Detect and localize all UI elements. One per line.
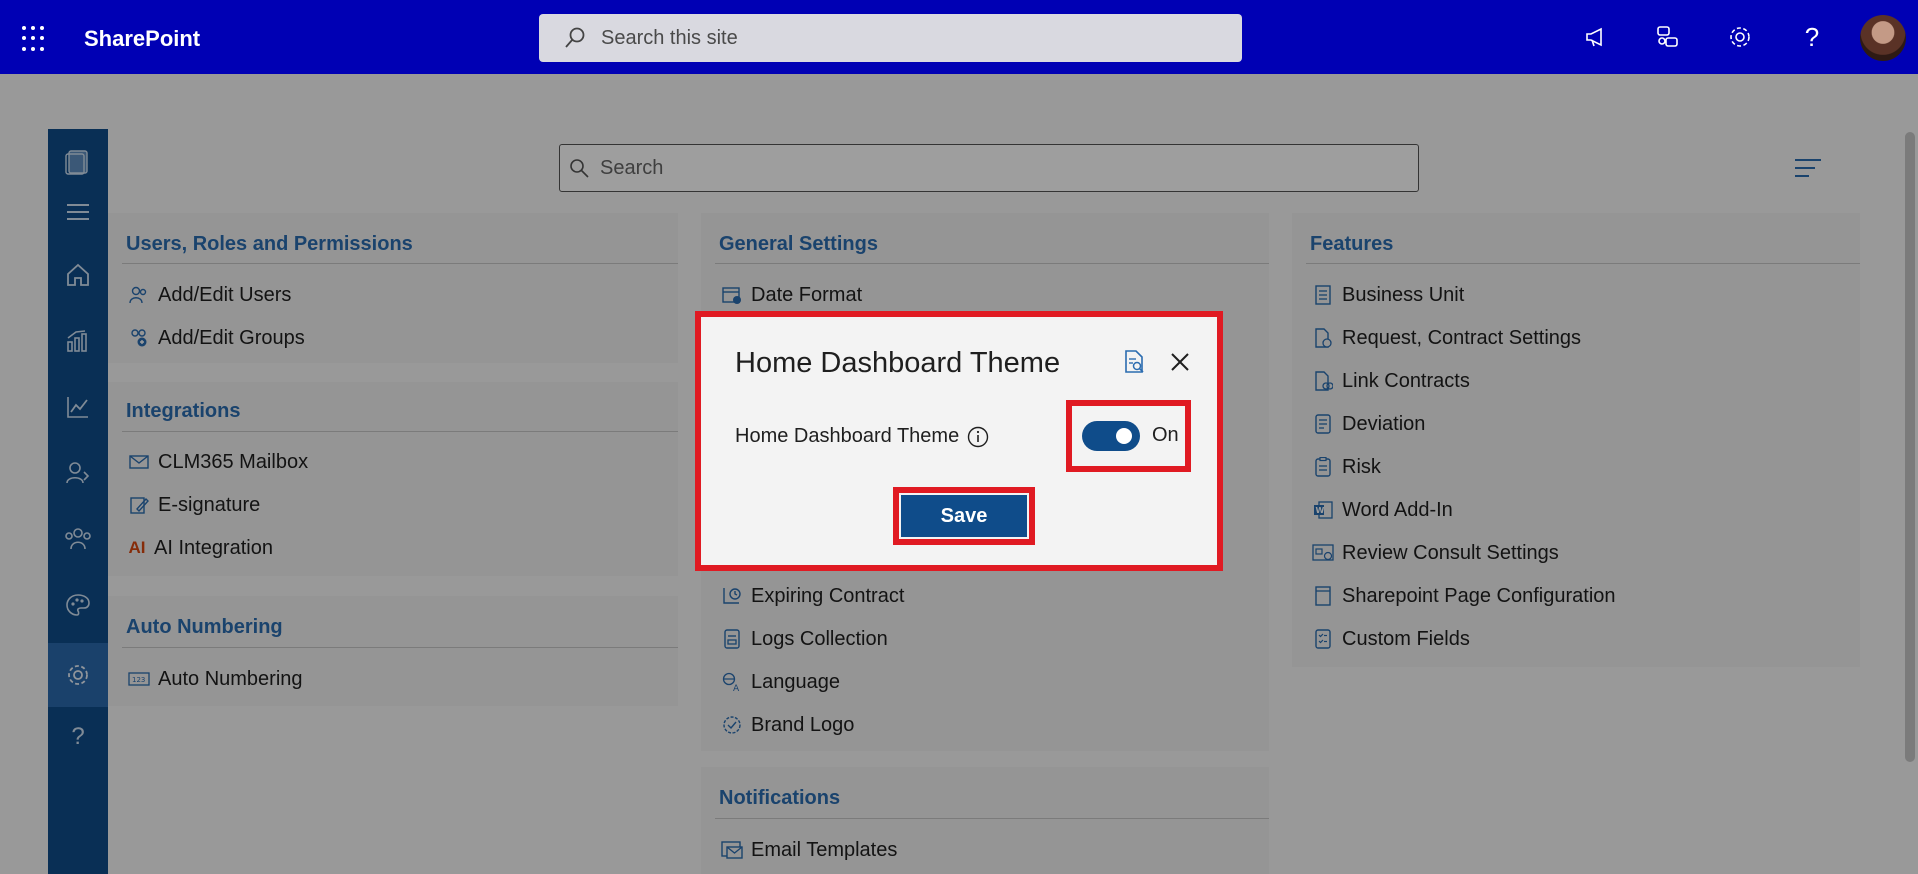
home-dashboard-theme-dialog: Home Dashboard Theme Home Dashboard Them… xyxy=(695,311,1223,571)
scrollbar[interactable] xyxy=(1905,132,1915,762)
save-button[interactable]: Save xyxy=(901,495,1027,537)
setting-row: Home Dashboard Theme xyxy=(735,425,989,448)
toggle-state-label: On xyxy=(1152,424,1179,446)
help-icon[interactable]: ? xyxy=(1797,22,1827,52)
search-icon xyxy=(565,27,585,48)
brand-title[interactable]: SharePoint xyxy=(84,26,200,52)
suite-bar: SharePoint Search this site ? xyxy=(0,0,1918,74)
home-dashboard-theme-toggle[interactable] xyxy=(1082,421,1140,451)
announcement-icon[interactable] xyxy=(1582,22,1612,52)
toggle-highlight: On xyxy=(1066,400,1191,472)
waffle-icon[interactable] xyxy=(22,26,48,52)
close-icon[interactable] xyxy=(1167,349,1193,375)
save-highlight: Save xyxy=(893,487,1035,545)
document-search-icon[interactable] xyxy=(1121,349,1147,375)
setting-label: Home Dashboard Theme xyxy=(735,425,960,447)
avatar[interactable] xyxy=(1860,15,1906,61)
settings-icon[interactable] xyxy=(1725,22,1755,52)
info-icon[interactable] xyxy=(967,426,989,448)
site-search-placeholder: Search this site xyxy=(601,26,738,49)
feedback-icon[interactable] xyxy=(1653,22,1683,52)
site-search-input[interactable]: Search this site xyxy=(539,14,1242,62)
dialog-title: Home Dashboard Theme xyxy=(735,347,1061,379)
